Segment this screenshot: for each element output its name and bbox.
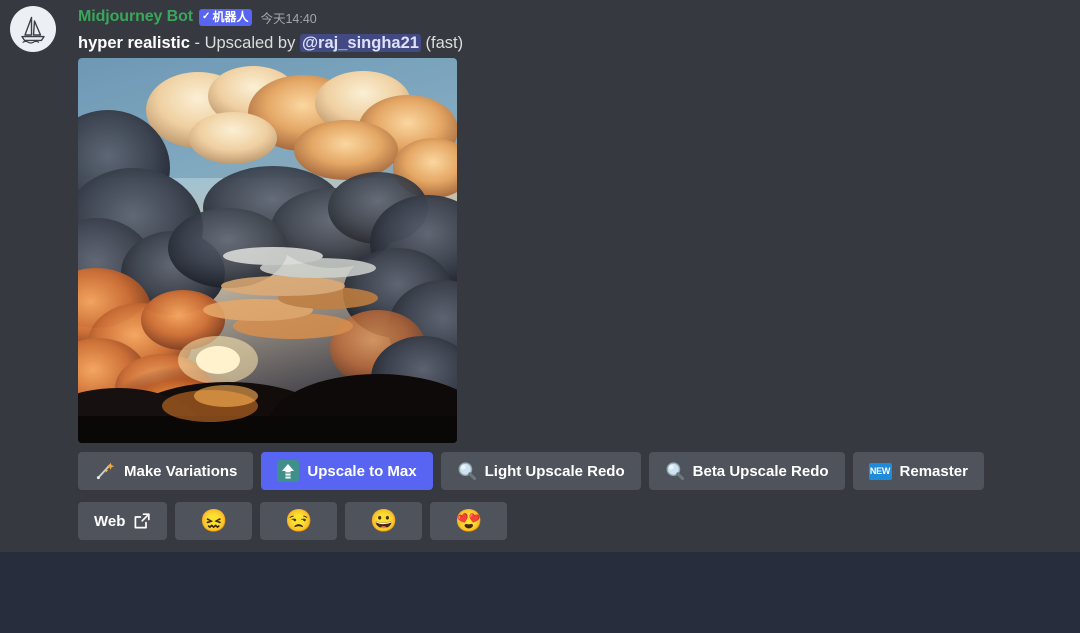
confounded-face-emoji-icon: 😖	[200, 508, 228, 533]
verified-check-icon: ✓	[202, 10, 211, 22]
beta-upscale-redo-button[interactable]: Beta Upscale Redo	[648, 452, 845, 490]
upscale-arrow-icon	[277, 460, 300, 482]
reaction-unamused-button[interactable]: 😒	[260, 502, 338, 540]
generated-image-attachment[interactable]	[78, 58, 457, 443]
message-timestamp: 今天14:40	[260, 11, 317, 26]
new-badge-icon: NEW	[868, 462, 892, 480]
heart-eyes-face-emoji-icon: 😍	[455, 508, 483, 533]
user-mention[interactable]: @raj_singha21	[299, 34, 421, 52]
bot-badge: ✓ 机器人	[199, 8, 253, 26]
reaction-grinning-button[interactable]: 😀	[345, 502, 423, 540]
light-upscale-redo-button[interactable]: Light Upscale Redo	[440, 452, 641, 490]
web-label: Web	[94, 512, 126, 530]
reaction-confounded-button[interactable]: 😖	[175, 502, 253, 540]
reaction-heart-eyes-button[interactable]: 😍	[430, 502, 508, 540]
mode-suffix: (fast)	[420, 34, 464, 52]
external-link-icon	[133, 512, 151, 530]
bot-badge-label: 机器人	[212, 9, 249, 24]
action-row-secondary: Web 😖 😒 😀 😍	[78, 502, 508, 540]
beta-upscale-redo-label: Beta Upscale Redo	[692, 462, 829, 480]
magnifying-glass-icon	[665, 461, 685, 481]
upscale-to-max-button[interactable]: Upscale to Max	[261, 452, 433, 490]
chat-message: Midjourney Bot ✓ 机器人 今天14:40 hyper reali…	[0, 0, 1080, 552]
web-button[interactable]: Web	[78, 502, 168, 540]
make-variations-label: Make Variations	[124, 462, 238, 480]
action-text: Upscaled by	[204, 34, 300, 52]
author-name[interactable]: Midjourney Bot	[78, 8, 193, 26]
remaster-button[interactable]: NEW Remaster	[852, 452, 984, 490]
unamused-face-emoji-icon: 😒	[285, 508, 313, 533]
make-variations-button[interactable]: Make Variations	[78, 452, 254, 490]
grinning-face-emoji-icon: 😀	[370, 508, 398, 533]
magic-wand-icon	[94, 460, 116, 482]
remaster-label: Remaster	[899, 462, 968, 480]
action-row-primary: Make Variations Upscale to Max Light Ups…	[78, 452, 984, 490]
prompt-text: hyper realistic	[78, 34, 190, 52]
magnifying-glass-icon	[457, 461, 477, 481]
midjourney-sailboat-logo-icon	[16, 12, 50, 46]
upscale-to-max-label: Upscale to Max	[307, 462, 417, 480]
discord-message-screen: Midjourney Bot ✓ 机器人 今天14:40 hyper reali…	[0, 0, 1080, 633]
message-body: Midjourney Bot ✓ 机器人 今天14:40 hyper reali…	[78, 6, 1068, 54]
message-content: hyper realistic - Upscaled by @raj_singh…	[78, 33, 1068, 54]
annotation-bar: 重新做变化 细节尺寸放大 降噪处理 增加细节处理 重置	[0, 552, 1080, 633]
message-header: Midjourney Bot ✓ 机器人 今天14:40	[78, 6, 1068, 28]
avatar[interactable]	[10, 6, 56, 52]
light-upscale-redo-label: Light Upscale Redo	[484, 462, 625, 480]
separator-text: -	[189, 34, 205, 52]
